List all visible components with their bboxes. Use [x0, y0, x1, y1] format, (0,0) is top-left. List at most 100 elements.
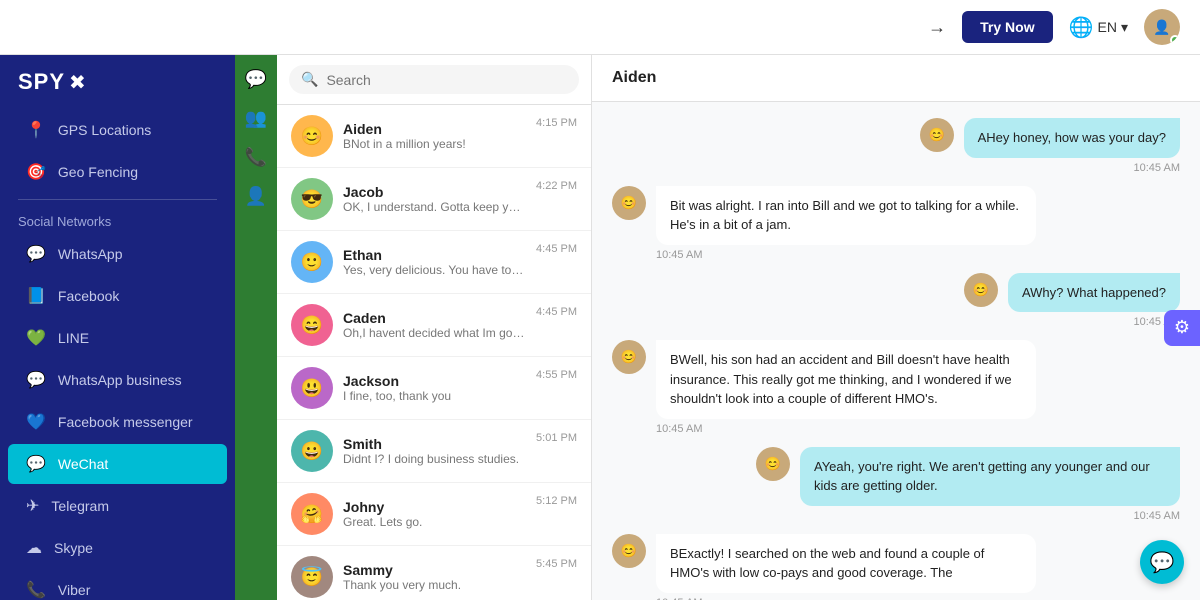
sidebar-item-skype[interactable]: ☁ Skype — [8, 528, 227, 568]
globe-icon: 🌐 — [1069, 15, 1094, 40]
sidebar-item-gps[interactable]: 📍 GPS Locations — [8, 110, 227, 150]
chat-list: 😊 Aiden BNot in a million years! 4:15 PM… — [277, 105, 591, 600]
main-layout: SPY ✖ 📍 GPS Locations 🎯 Geo Fencing Soci… — [0, 55, 1200, 600]
sidebar-label-wechat: WeChat — [58, 456, 108, 472]
chat-list-item[interactable]: 😇 Sammy Thank you very much. 5:45 PM — [277, 546, 591, 600]
whatsapp-icon: 💬 — [26, 244, 46, 264]
search-icon: 🔍 — [301, 71, 318, 88]
chat-info: Jackson I fine, too, thank you — [343, 373, 526, 403]
message-bubble: BExactly! I searched on the web and foun… — [656, 534, 1036, 593]
sidebar-item-geofence[interactable]: 🎯 Geo Fencing — [8, 152, 227, 192]
chat-list-item[interactable]: 😀 Smith Didnt I? I doing business studie… — [277, 420, 591, 483]
message-panel: Aiden AHey honey, how was your day? 10:4… — [592, 55, 1200, 600]
chat-preview: Oh,I havent decided what Im going ... — [343, 326, 526, 340]
lang-label: EN — [1098, 19, 1117, 35]
chat-name: Ethan — [343, 247, 526, 263]
chat-preview: BNot in a million years! — [343, 137, 526, 151]
message-content: BExactly! I searched on the web and foun… — [656, 534, 1036, 600]
wechat-contacts-icon[interactable]: 👥 — [245, 108, 267, 129]
chat-name: Smith — [343, 436, 526, 452]
chat-list-item[interactable]: 😊 Aiden BNot in a million years! 4:15 PM — [277, 105, 591, 168]
chat-time: 4:45 PM — [536, 306, 577, 318]
chat-info: Jacob OK, I understand. Gotta keep your … — [343, 184, 526, 214]
line-icon: 💚 — [26, 328, 46, 348]
message-bubble: AWhy? What happened? — [1008, 273, 1180, 313]
wechat-people-icon[interactable]: 👤 — [245, 186, 267, 207]
chat-avatar: 😇 — [291, 556, 333, 598]
search-bar: 🔍 — [277, 55, 591, 105]
chat-support-button[interactable]: 💬 — [1140, 540, 1184, 584]
message-content: AWhy? What happened? 10:45 AM — [1008, 273, 1180, 329]
chat-list-item[interactable]: 🙂 Ethan Yes, very delicious. You have to… — [277, 231, 591, 294]
sidebar-label-facebook: Facebook — [58, 288, 119, 304]
chat-avatar: 😄 — [291, 304, 333, 346]
message-content: Bit was alright. I ran into Bill and we … — [656, 186, 1036, 261]
sidebar-label-skype: Skype — [54, 540, 93, 556]
message-bubble: AHey honey, how was your day? — [964, 118, 1180, 158]
chat-name: Sammy — [343, 562, 526, 578]
wechat-phone-icon[interactable]: 📞 — [245, 147, 267, 168]
message-row: 😊 Bit was alright. I ran into Bill and w… — [612, 186, 1180, 261]
top-header: → Try Now 🌐 EN ▾ 👤 — [0, 0, 1200, 55]
user-avatar[interactable]: 👤 — [1144, 9, 1180, 45]
chat-avatar: 🙂 — [291, 241, 333, 283]
social-networks-label: Social Networks — [0, 206, 235, 233]
chat-list-item[interactable]: 😄 Caden Oh,I havent decided what Im goin… — [277, 294, 591, 357]
chat-preview: Didnt I? I doing business studies. — [343, 452, 526, 466]
message-time: 10:45 AM — [1134, 510, 1180, 522]
geofence-icon: 🎯 — [26, 162, 46, 182]
chat-name: Aiden — [343, 121, 526, 137]
chat-name: Jackson — [343, 373, 526, 389]
sidebar-item-whatsapp-business[interactable]: 💬 WhatsApp business — [8, 360, 227, 400]
chat-preview: OK, I understand. Gotta keep your gi... — [343, 200, 526, 214]
chat-header-name: Aiden — [612, 69, 656, 86]
gps-icon: 📍 — [26, 120, 46, 140]
chat-preview: Great. Lets go. — [343, 515, 526, 529]
chat-time: 4:45 PM — [536, 243, 577, 255]
fb-messenger-icon: 💙 — [26, 412, 46, 432]
message-row: AYeah, you're right. We aren't getting a… — [612, 447, 1180, 522]
message-time: 10:45 AM — [656, 423, 1036, 435]
chat-avatar: 😀 — [291, 430, 333, 472]
wechat-chat-icon[interactable]: 💬 — [245, 69, 267, 90]
message-row: 😊 BExactly! I searched on the web and fo… — [612, 534, 1180, 600]
message-content: AYeah, you're right. We aren't getting a… — [800, 447, 1180, 522]
chat-list-item[interactable]: 😎 Jacob OK, I understand. Gotta keep you… — [277, 168, 591, 231]
chat-avatar: 🤗 — [291, 493, 333, 535]
chat-preview: I fine, too, thank you — [343, 389, 526, 403]
chat-list-item[interactable]: 😃 Jackson I fine, too, thank you 4:55 PM — [277, 357, 591, 420]
sidebar-item-wechat[interactable]: 💬 WeChat — [8, 444, 227, 484]
online-badge — [1170, 35, 1180, 45]
chat-header: Aiden — [592, 55, 1200, 102]
settings-fab-button[interactable]: ⚙ — [1164, 310, 1200, 346]
message-avatar: 😊 — [756, 447, 790, 481]
sidebar-item-line[interactable]: 💚 LINE — [8, 318, 227, 358]
message-row: AHey honey, how was your day? 10:45 AM 😊 — [612, 118, 1180, 174]
chat-name: Johny — [343, 499, 526, 515]
try-now-button[interactable]: Try Now — [962, 11, 1052, 43]
message-time: 10:45 AM — [656, 597, 1036, 600]
chat-list-item[interactable]: 🤗 Johny Great. Lets go. 5:12 PM — [277, 483, 591, 546]
message-time: 10:45 AM — [1134, 162, 1180, 174]
search-input-wrap[interactable]: 🔍 — [289, 65, 579, 94]
sidebar-label-gps: GPS Locations — [58, 122, 151, 138]
lang-selector[interactable]: 🌐 EN ▾ — [1069, 15, 1128, 40]
message-content: AHey honey, how was your day? 10:45 AM — [964, 118, 1180, 174]
sidebar-item-fb-messenger[interactable]: 💙 Facebook messenger — [8, 402, 227, 442]
message-row: AWhy? What happened? 10:45 AM 😊 — [612, 273, 1180, 329]
sidebar-item-viber[interactable]: 📞 Viber — [8, 570, 227, 600]
logo-area: SPY ✖ — [0, 55, 235, 109]
sidebar-item-telegram[interactable]: ✈ Telegram — [8, 486, 227, 526]
chat-info: Smith Didnt I? I doing business studies. — [343, 436, 526, 466]
messages-container: AHey honey, how was your day? 10:45 AM 😊… — [592, 102, 1200, 600]
sidebar-label-whatsapp-business: WhatsApp business — [58, 372, 182, 388]
sidebar-label-fb-messenger: Facebook messenger — [58, 414, 193, 430]
search-input[interactable] — [326, 72, 567, 88]
chat-info: Caden Oh,I havent decided what Im going … — [343, 310, 526, 340]
chat-preview: Thank you very much. — [343, 578, 526, 592]
sidebar-label-whatsapp: WhatsApp — [58, 246, 123, 262]
message-avatar: 😊 — [612, 534, 646, 568]
sidebar-item-facebook[interactable]: 📘 Facebook — [8, 276, 227, 316]
sidebar-item-whatsapp[interactable]: 💬 WhatsApp — [8, 234, 227, 274]
chat-time: 4:55 PM — [536, 369, 577, 381]
